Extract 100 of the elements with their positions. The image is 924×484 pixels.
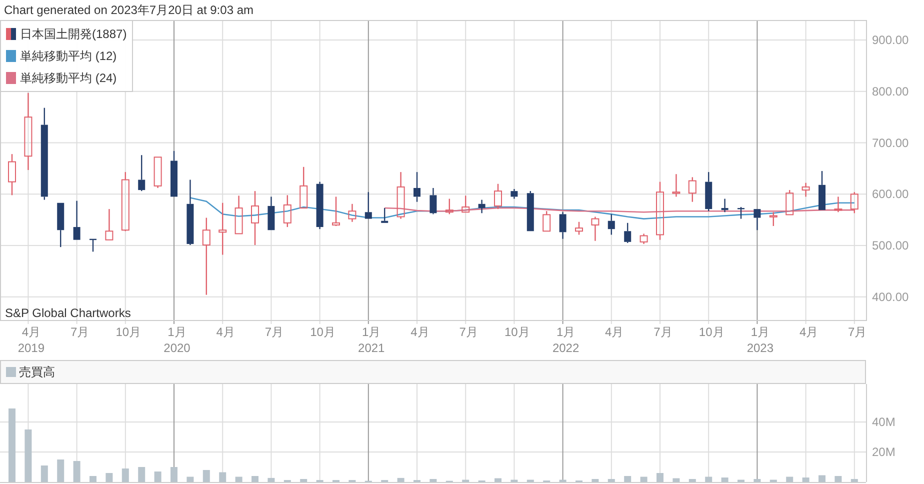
volume-bar — [834, 476, 842, 482]
candlestick — [624, 222, 632, 243]
candlestick — [414, 172, 420, 202]
legend-label: 日本国土開発(1887) — [20, 26, 127, 43]
candlestick — [688, 177, 696, 202]
volume-bar — [186, 476, 194, 482]
candlestick — [300, 166, 308, 209]
candlestick — [316, 182, 324, 230]
volume-bar — [818, 475, 826, 482]
candlestick — [283, 195, 292, 228]
axis-label: 4月 — [215, 324, 236, 340]
volume-bar — [608, 479, 615, 482]
volume-bar — [754, 479, 761, 482]
volume-bar — [138, 467, 146, 482]
candlestick — [8, 154, 16, 196]
candlestick — [332, 196, 340, 226]
volume-bar — [106, 473, 113, 482]
candlestick — [559, 212, 566, 239]
axis-label: 1月 2021 — [357, 324, 386, 356]
candlestick — [802, 182, 810, 197]
candlestick — [672, 174, 680, 197]
volume-bar — [202, 470, 210, 482]
candlestick — [154, 156, 162, 188]
credit-text: S&P Global Chartworks — [5, 305, 131, 322]
candlestick — [542, 211, 551, 232]
axis-label: 7月 — [458, 324, 479, 340]
axis-label: 1月 2020 — [162, 324, 192, 356]
volume-bar — [721, 478, 728, 482]
candlestick — [494, 184, 502, 210]
candlestick — [591, 216, 600, 241]
volume-bar — [672, 478, 680, 482]
candlestick — [105, 209, 114, 240]
axis-label: 7月 — [264, 324, 285, 340]
axis-label: 1月 2022 — [551, 324, 580, 356]
legend-label: 売買高 — [19, 364, 55, 381]
axis-label: 4月 — [410, 324, 430, 340]
volume-bar — [73, 461, 80, 482]
volume-bar — [430, 479, 437, 482]
volume-bar — [397, 478, 404, 482]
candlestick — [90, 238, 96, 252]
candlestick — [218, 202, 227, 255]
candlestick — [381, 208, 388, 224]
candlestick — [510, 189, 518, 199]
candlestick — [462, 196, 470, 213]
candlestick — [640, 234, 648, 244]
candlestick — [754, 208, 761, 230]
axis-label: 1月 2023 — [746, 324, 775, 356]
candlestick — [526, 191, 534, 232]
volume-bar — [235, 476, 242, 482]
candlestick — [721, 198, 728, 212]
volume-bar — [510, 480, 518, 482]
volume-bar — [268, 478, 275, 482]
candlestick — [251, 191, 259, 245]
volume-bar — [170, 467, 178, 482]
candlestick — [786, 190, 794, 216]
candlestick — [834, 196, 842, 212]
axis-label: 10月 — [309, 324, 336, 340]
axis-label: 10月 — [698, 324, 726, 340]
axis-label: 700.00 — [872, 136, 909, 150]
axis-label: 7月 — [847, 324, 868, 340]
candlestick — [57, 202, 64, 248]
axis-label: 40M — [872, 414, 896, 429]
candlestick — [445, 198, 454, 214]
volume-bar — [559, 480, 566, 482]
volume-bar — [300, 479, 308, 482]
axis-label: 4月 — [798, 324, 820, 340]
candlestick — [478, 200, 486, 214]
volume-bar — [640, 476, 648, 482]
axis-label: 600.00 — [872, 187, 909, 202]
candlestick — [170, 151, 178, 198]
axis-label: 400.00 — [872, 290, 909, 304]
chart-title: Chart generated on 2023年7月20日 at 9:03 am — [4, 2, 254, 19]
volume-bar — [90, 476, 96, 482]
candlestick — [121, 172, 130, 232]
volume-bar — [624, 476, 632, 482]
candlestick — [138, 155, 146, 192]
axis-label: 900.00 — [872, 33, 909, 48]
axis-label: 800.00 — [872, 84, 909, 98]
candlestick — [608, 214, 615, 235]
candlestick — [738, 206, 744, 219]
volume-bar — [154, 472, 162, 482]
legend-label: 単純移動平均 (24) — [20, 70, 117, 87]
volume-bar — [705, 476, 712, 482]
candlestick — [656, 182, 664, 240]
candlestick — [769, 212, 778, 226]
axis-label: 4月 — [604, 324, 625, 340]
volume-bar — [738, 480, 744, 482]
volume-bar — [462, 480, 470, 482]
candlestick — [575, 222, 583, 235]
axis-label: 10月 — [114, 324, 142, 340]
candlestick — [73, 200, 80, 240]
candlestick — [430, 188, 437, 214]
axis-label: 7月 — [652, 324, 674, 340]
candlestick — [705, 172, 712, 212]
candlestick — [850, 192, 858, 214]
candlestick — [268, 196, 275, 231]
volume-bar — [802, 478, 810, 482]
candlestick — [396, 172, 405, 219]
volume-bar — [57, 460, 64, 482]
volume-bar — [526, 480, 534, 482]
